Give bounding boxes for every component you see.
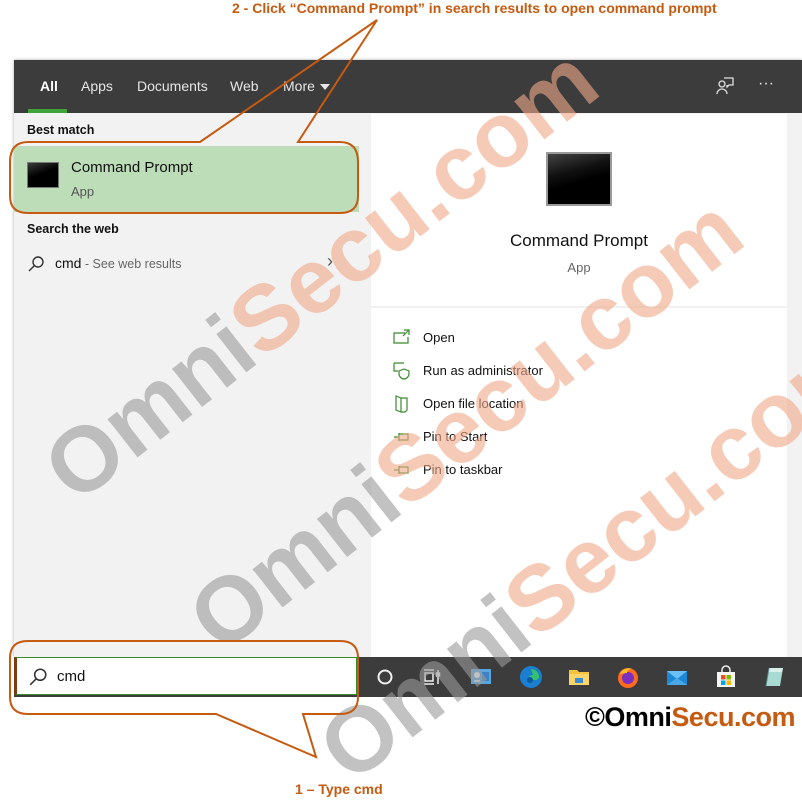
action-pin-to-taskbar[interactable]: Pin to taskbar <box>393 459 693 485</box>
start-search-panel: All Apps Documents Web More ··· Best mat… <box>14 60 802 657</box>
folder-icon <box>393 395 411 413</box>
action-open-file-location-label: Open file location <box>423 396 524 411</box>
web-result-suffix: - See web results <box>81 257 182 271</box>
detail-title: Command Prompt <box>510 231 648 250</box>
best-match-subtitle: App <box>71 184 95 199</box>
feedback-icon[interactable] <box>715 76 735 101</box>
action-run-as-administrator-label: Run as administrator <box>423 363 543 378</box>
divider <box>371 306 787 308</box>
best-match-title: Command Prompt <box>71 159 193 176</box>
best-match-heading: Best match <box>27 123 95 137</box>
annotation-step-1: 1 – Type cmd <box>295 781 383 797</box>
cortana-icon[interactable] <box>373 665 397 689</box>
copyright-symbol: © <box>585 702 605 732</box>
tab-more-label: More <box>283 78 315 94</box>
tab-documents[interactable]: Documents <box>137 78 208 94</box>
pin-icon <box>393 428 411 446</box>
annotation-step-2: 2 - Click “Command Prompt” in search res… <box>232 0 717 16</box>
action-pin-to-start[interactable]: Pin to Start <box>393 426 693 452</box>
action-pin-to-taskbar-label: Pin to taskbar <box>423 462 503 477</box>
chevron-right-icon[interactable]: › <box>327 251 333 272</box>
tab-more[interactable]: More <box>283 78 330 94</box>
more-options-icon[interactable]: ··· <box>758 75 774 93</box>
control-panel-icon[interactable] <box>469 665 493 689</box>
filter-tab-bar: All Apps Documents Web More ··· <box>14 60 802 113</box>
taskbar: cmd <box>14 657 802 697</box>
search-icon <box>28 667 48 692</box>
search-web-heading: Search the web <box>27 222 119 236</box>
caret-down-icon <box>319 84 330 91</box>
search-icon <box>27 255 45 278</box>
firefox-icon[interactable] <box>616 665 640 689</box>
detail-panel: Command Prompt App Open Run as administr… <box>371 114 787 657</box>
tab-apps[interactable]: Apps <box>81 78 113 94</box>
store-icon[interactable] <box>714 665 738 689</box>
web-query: cmd <box>55 255 82 271</box>
shield-icon <box>393 362 411 380</box>
command-prompt-icon <box>27 162 59 188</box>
task-view-icon[interactable] <box>420 665 444 689</box>
action-run-as-administrator[interactable]: Run as administrator <box>393 360 693 386</box>
edge-icon[interactable] <box>519 665 543 689</box>
mail-icon[interactable] <box>665 665 689 689</box>
copyright-part2: Secu.com <box>671 702 795 732</box>
best-match-command-prompt[interactable]: Command Prompt App <box>14 146 359 212</box>
tab-all[interactable]: All <box>40 78 58 94</box>
results-list: Best match Command Prompt App Search the… <box>14 113 371 657</box>
taskbar-search-box[interactable]: cmd <box>14 657 357 695</box>
action-open[interactable]: Open <box>393 327 693 353</box>
detail-subtitle: App <box>567 260 591 275</box>
action-open-file-location[interactable]: Open file location <box>393 393 693 419</box>
notepad-icon[interactable] <box>763 665 787 689</box>
search-input[interactable]: cmd <box>57 668 85 685</box>
tab-web[interactable]: Web <box>230 78 259 94</box>
action-open-label: Open <box>423 330 455 345</box>
web-result-text: cmd - See web results <box>55 255 182 271</box>
web-result-item[interactable]: cmd - See web results › <box>14 247 359 279</box>
pin-icon <box>393 461 411 479</box>
command-prompt-large-icon <box>546 152 612 206</box>
open-icon <box>393 329 411 347</box>
file-explorer-icon[interactable] <box>567 665 591 689</box>
copyright-part1: Omni <box>604 702 672 732</box>
copyright-logo: ©OmniSecu.com <box>585 702 795 733</box>
action-pin-to-start-label: Pin to Start <box>423 429 488 444</box>
